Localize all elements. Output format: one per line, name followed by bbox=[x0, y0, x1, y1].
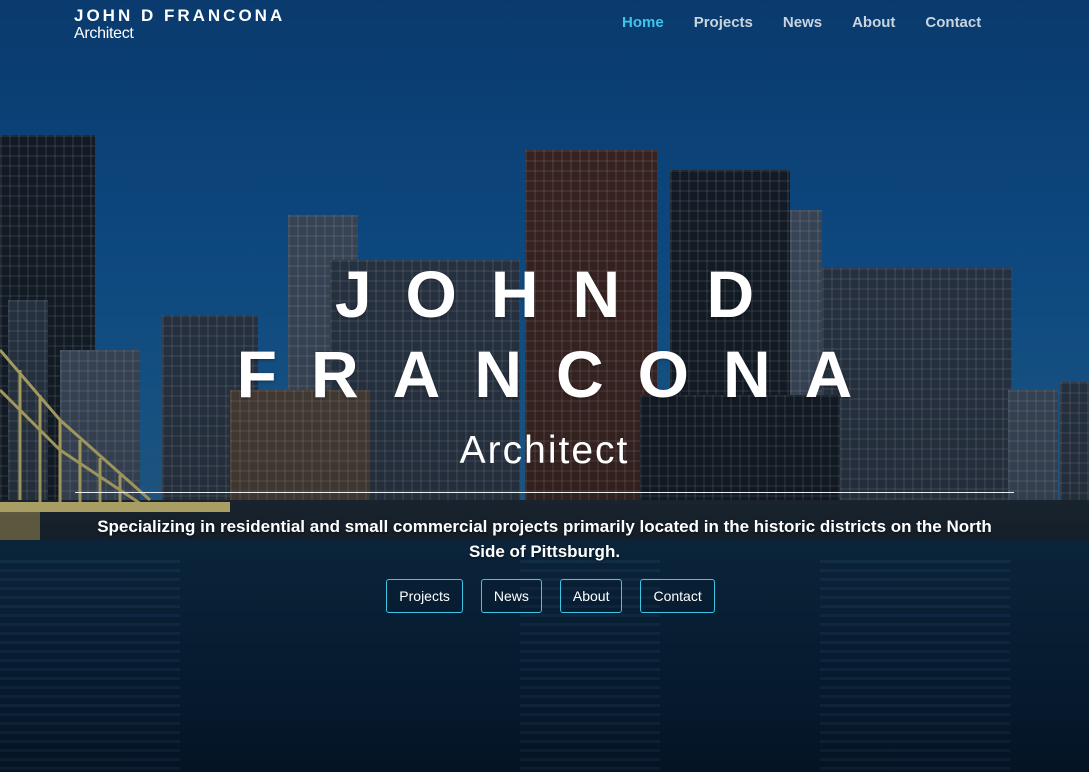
news-button[interactable]: News bbox=[480, 579, 542, 613]
about-button[interactable]: About bbox=[559, 579, 623, 613]
hero-title-line-2: FRANCONA bbox=[236, 337, 887, 411]
site-logo[interactable]: JOHN D FRANCONA Architect bbox=[74, 6, 285, 42]
nav-home[interactable]: Home bbox=[622, 14, 664, 32]
projects-button[interactable]: Projects bbox=[386, 579, 463, 613]
hero-tagline: Specializing in residential and small co… bbox=[97, 517, 992, 561]
hero-title-line-1: JOHN D bbox=[334, 257, 789, 331]
brand-subtitle: Architect bbox=[74, 25, 134, 42]
site-header: JOHN D FRANCONA Architect Home Projects … bbox=[0, 0, 1089, 50]
divider bbox=[75, 492, 1014, 493]
nav-projects[interactable]: Projects bbox=[694, 14, 753, 32]
brand-name: JOHN D FRANCONA bbox=[74, 6, 286, 25]
nav-news[interactable]: News bbox=[783, 14, 822, 32]
contact-button[interactable]: Contact bbox=[640, 579, 715, 613]
main-nav: Home Projects News About Contact bbox=[622, 14, 1011, 32]
hero-button-row: Projects News About Contact bbox=[0, 579, 1089, 613]
hero-subtitle: Architect bbox=[459, 429, 630, 472]
nav-contact[interactable]: Contact bbox=[925, 14, 981, 32]
nav-about[interactable]: About bbox=[852, 14, 895, 32]
